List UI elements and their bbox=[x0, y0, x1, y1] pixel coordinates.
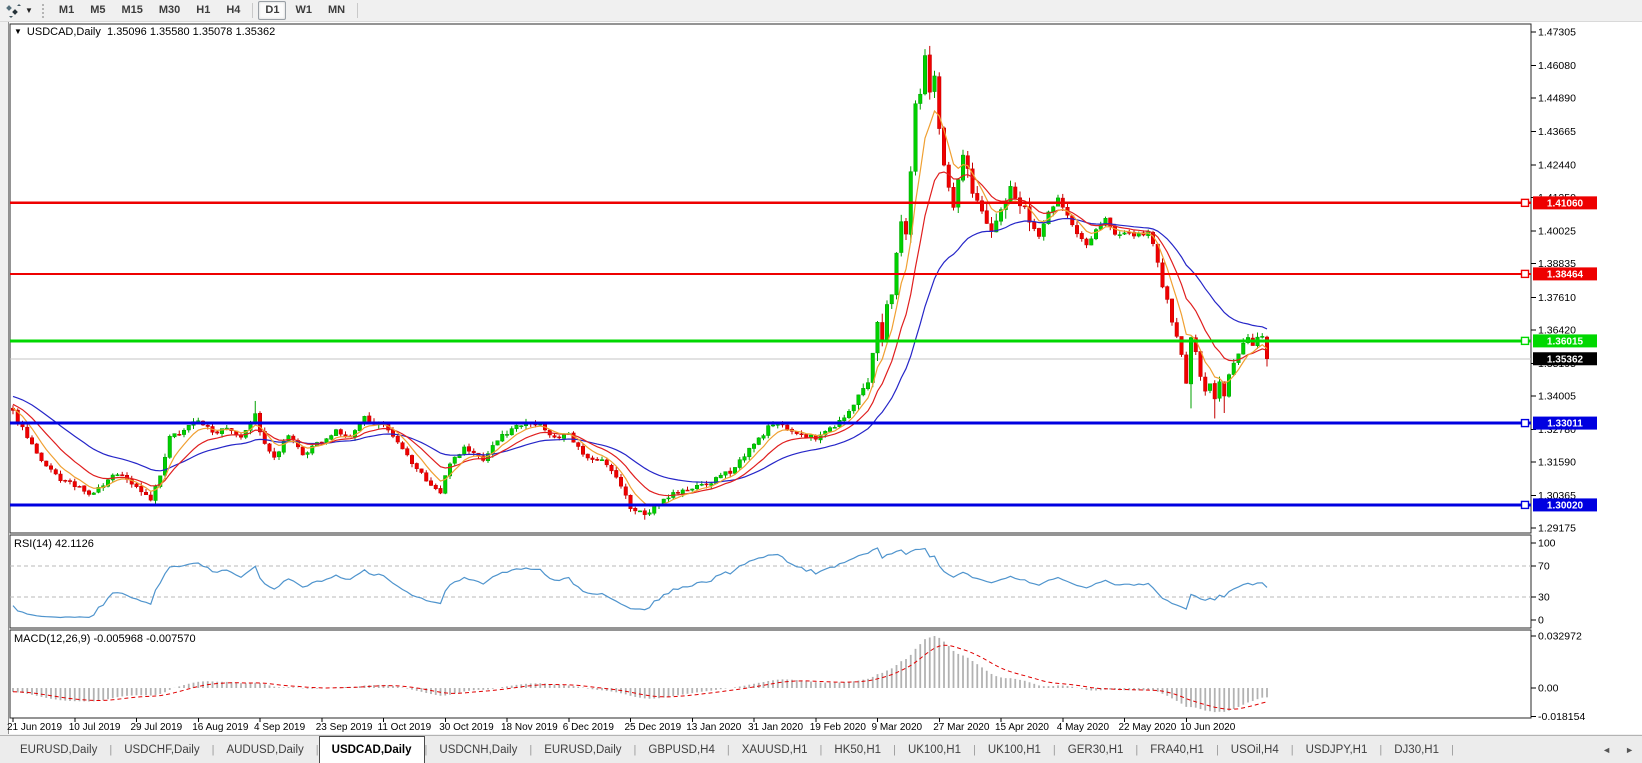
tab-eurusd-daily[interactable]: EURUSD,Daily bbox=[532, 736, 633, 763]
price-level-badge: 1.33011 bbox=[1533, 416, 1597, 430]
date-tick-label: 22 May 2020 bbox=[1119, 722, 1177, 733]
toolbar-separator bbox=[252, 3, 254, 18]
price-level-badge: 1.41060 bbox=[1533, 196, 1597, 210]
rsi-tick-label: 0 bbox=[1538, 615, 1544, 627]
tab-eurusd-daily[interactable]: EURUSD,Daily bbox=[8, 736, 109, 763]
price-tick-label: 1.43665 bbox=[1538, 126, 1576, 138]
level-line-handle bbox=[1520, 269, 1530, 279]
symbol-label: USDCAD,Daily bbox=[26, 26, 101, 38]
svg-text:1.38464: 1.38464 bbox=[1547, 269, 1584, 280]
tab-xauusd-h1[interactable]: XAUUSD,H1 bbox=[730, 736, 820, 763]
price-tick-label: 1.31590 bbox=[1538, 456, 1576, 468]
tab-ger30-h1[interactable]: GER30,H1 bbox=[1056, 736, 1136, 763]
bid-price-badge: 1.35362 bbox=[1533, 352, 1597, 366]
macd-indicator-label: MACD(12,26,9) -0.005968 -0.007570 bbox=[14, 633, 196, 645]
date-tick-label: 11 Oct 2019 bbox=[378, 722, 432, 733]
rsi-tick-label: 30 bbox=[1538, 591, 1550, 603]
date-tick-label: 9 Mar 2020 bbox=[872, 722, 923, 733]
timeframe-toolbar: ▼ M1 M5 M15 M30 H1 H4 D1 W1 MN bbox=[0, 0, 1642, 22]
price-level-badge: 1.38464 bbox=[1533, 267, 1597, 281]
date-tick-label: 13 Jan 2020 bbox=[686, 722, 741, 733]
price-tick-label: 1.46080 bbox=[1538, 60, 1576, 72]
tab-usdcad-daily[interactable]: USDCAD,Daily bbox=[318, 736, 425, 763]
price-level-badge: 1.30020 bbox=[1533, 498, 1597, 512]
date-tick-label: 27 Mar 2020 bbox=[933, 722, 990, 733]
tab-gbpusd-h4[interactable]: GBPUSD,H4 bbox=[636, 736, 726, 763]
collapse-caret-icon: ▼ bbox=[14, 27, 22, 36]
level-line-handle bbox=[1520, 500, 1530, 510]
svg-text:1.33011: 1.33011 bbox=[1547, 419, 1583, 430]
timeframe-button-d1[interactable]: D1 bbox=[258, 1, 287, 20]
macd-tick-label: 0.032972 bbox=[1538, 631, 1582, 643]
date-tick-label: 10 Jun 2020 bbox=[1180, 722, 1235, 733]
timeframe-button-mn[interactable]: MN bbox=[321, 1, 352, 20]
date-tick-label: 29 Jul 2019 bbox=[131, 722, 183, 733]
tab-uk100-h1[interactable]: UK100,H1 bbox=[896, 736, 973, 763]
chart-tab-bar: EURUSD,Daily | USDCHF,Daily | AUDUSD,Daily | U… bbox=[0, 735, 1642, 763]
tab-hk50-h1[interactable]: HK50,H1 bbox=[822, 736, 893, 763]
rsi-indicator-label: RSI(14) 42.1126 bbox=[14, 538, 94, 550]
level-line-handle bbox=[1520, 418, 1530, 428]
date-tick-label: 4 Sep 2019 bbox=[254, 722, 306, 733]
toolbar-grip bbox=[41, 3, 44, 18]
price-level-badge: 1.36015 bbox=[1533, 334, 1597, 348]
date-tick-label: 23 Sep 2019 bbox=[316, 722, 373, 733]
tab-usoil-h4[interactable]: USOil,H4 bbox=[1219, 736, 1291, 763]
ohlc-values: 1.35096 1.35580 1.35078 1.35362 bbox=[107, 26, 276, 38]
level-line-handle bbox=[1520, 198, 1530, 208]
date-tick-label: 30 Oct 2019 bbox=[439, 722, 494, 733]
chart-window-background bbox=[8, 21, 1642, 734]
chevron-down-icon: ▼ bbox=[25, 5, 33, 15]
price-tick-label: 1.40025 bbox=[1538, 226, 1576, 238]
price-tick-label: 1.37610 bbox=[1538, 292, 1576, 304]
tab-usdjpy-h1[interactable]: USDJPY,H1 bbox=[1294, 736, 1380, 763]
date-tick-label: 10 Jul 2019 bbox=[69, 722, 121, 733]
chart-style-button[interactable]: ▼ bbox=[2, 3, 37, 19]
tab-dj30-h1[interactable]: DJ30,H1 bbox=[1382, 736, 1451, 763]
chart-title: ▼ USDCAD,Daily 1.35096 1.35580 1.35078 1.… bbox=[14, 26, 275, 38]
timeframe-button-m1[interactable]: M1 bbox=[52, 1, 81, 20]
candlestick-chart-icon bbox=[6, 3, 21, 18]
date-tick-label: 21 Jun 2019 bbox=[7, 722, 62, 733]
rsi-tick-label: 70 bbox=[1538, 561, 1550, 573]
tab-usdchf-daily[interactable]: USDCHF,Daily bbox=[112, 736, 211, 763]
macd-tick-label: 0.00 bbox=[1538, 683, 1559, 695]
macd-tick-label: -0.018154 bbox=[1538, 711, 1585, 723]
timeframe-button-m5[interactable]: M5 bbox=[83, 1, 112, 20]
level-line-handle bbox=[1520, 336, 1530, 346]
date-tick-label: 6 Dec 2019 bbox=[563, 722, 615, 733]
timeframe-button-w1[interactable]: W1 bbox=[288, 1, 319, 20]
tab-separator: | bbox=[1451, 743, 1454, 756]
price-tick-label: 1.47305 bbox=[1538, 27, 1576, 39]
tab-fra40-h1[interactable]: FRA40,H1 bbox=[1138, 736, 1216, 763]
toolbar-separator bbox=[357, 3, 359, 18]
price-tick-label: 1.29175 bbox=[1538, 523, 1576, 535]
date-tick-label: 4 May 2020 bbox=[1057, 722, 1110, 733]
tab-scroll-right-icon[interactable]: ► bbox=[1625, 745, 1634, 755]
timeframe-button-h1[interactable]: H1 bbox=[189, 1, 217, 20]
svg-text:1.41060: 1.41060 bbox=[1547, 198, 1584, 209]
svg-text:1.35362: 1.35362 bbox=[1547, 354, 1584, 365]
price-tick-label: 1.44890 bbox=[1538, 93, 1576, 105]
date-tick-label: 15 Apr 2020 bbox=[995, 722, 1049, 733]
date-tick-label: 25 Dec 2019 bbox=[625, 722, 682, 733]
svg-text:1.36015: 1.36015 bbox=[1547, 336, 1584, 347]
price-tick-label: 1.34005 bbox=[1538, 390, 1576, 402]
tab-usdcnh-daily[interactable]: USDCNH,Daily bbox=[427, 736, 529, 763]
timeframe-button-m15[interactable]: M15 bbox=[114, 1, 149, 20]
rsi-tick-label: 100 bbox=[1538, 538, 1556, 550]
date-tick-label: 18 Nov 2019 bbox=[501, 722, 558, 733]
tab-audusd-daily[interactable]: AUDUSD,Daily bbox=[214, 736, 315, 763]
timeframe-button-h4[interactable]: H4 bbox=[219, 1, 247, 20]
price-tick-label: 1.42440 bbox=[1538, 160, 1576, 172]
timeframe-button-m30[interactable]: M30 bbox=[152, 1, 187, 20]
tab-scroll-left-icon[interactable]: ◄ bbox=[1602, 745, 1611, 755]
chart-canvas: 1.473051.460801.448901.436651.424401.412… bbox=[7, 21, 1642, 734]
date-tick-label: 16 Aug 2019 bbox=[192, 722, 249, 733]
mt4-window: ▼ M1 M5 M15 M30 H1 H4 D1 W1 MN 1.47305 1.46080 1.4… bbox=[0, 0, 1642, 763]
date-tick-label: 19 Feb 2020 bbox=[810, 722, 867, 733]
svg-text:1.30020: 1.30020 bbox=[1547, 500, 1584, 511]
date-tick-label: 31 Jan 2020 bbox=[748, 722, 803, 733]
tab-uk100-h1[interactable]: UK100,H1 bbox=[976, 736, 1053, 763]
